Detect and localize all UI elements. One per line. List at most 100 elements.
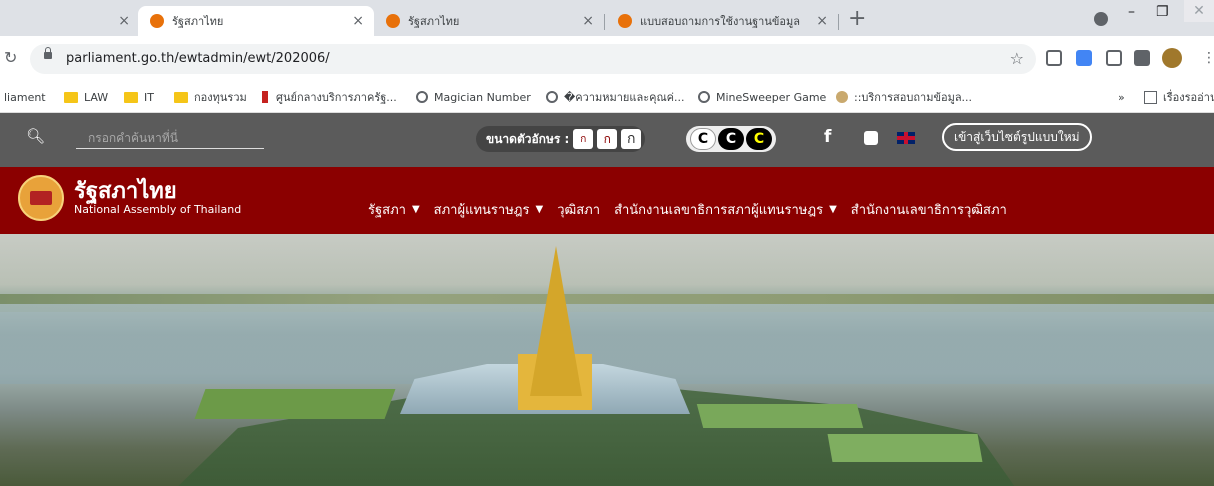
new-tab-button[interactable]: + [848, 8, 866, 30]
browser-tab-4[interactable]: แบบสอบถามการใช้งานฐานข้อมูล × [606, 6, 838, 36]
menu-item-house-secretariat[interactable]: สำนักงานเลขาธิการสภาผู้แทนราษฎร ▼ [614, 199, 837, 220]
globe-icon [416, 91, 428, 103]
bookmark-item[interactable]: MineSweeper Game [698, 88, 826, 106]
contrast-dark-button[interactable]: C [718, 128, 744, 150]
browser-toolbar: ↻ parliament.go.th/ewtadmin/ewt/202006/ … [0, 36, 1214, 82]
menu-label: สภาผู้แทนราษฎร [433, 203, 530, 218]
bookmark-label: IT [144, 90, 154, 104]
menu-item-parliament[interactable]: รัฐสภา ▼ [368, 199, 420, 220]
facebook-icon[interactable]: f [824, 127, 831, 147]
tab-close-icon[interactable]: × [352, 13, 364, 29]
menu-label: วุฒิสภา [557, 203, 601, 218]
bookmark-label: กองทุนรวม [194, 91, 247, 104]
avatar[interactable] [1162, 48, 1182, 68]
extension-icon[interactable] [1106, 50, 1122, 66]
bookmarks-bar: liament LAW IT กองทุนรวม ศูนย์กลางบริการ… [0, 82, 1214, 113]
bookmark-item[interactable]: IT [124, 88, 154, 106]
contrast-normal-button[interactable]: C [690, 128, 716, 150]
font-size-control: ขนาดตัวอักษร : ก ก ก [476, 126, 646, 152]
url-text[interactable]: parliament.go.th/ewtadmin/ewt/202006/ [66, 51, 330, 66]
extension-d-icon[interactable] [1076, 50, 1092, 66]
lock-icon[interactable] [44, 47, 52, 59]
bookmark-item[interactable]: liament [4, 88, 46, 106]
tab-title: รัฐสภาไทย [408, 15, 460, 28]
browser-tab-2[interactable]: รัฐสภาไทย × [138, 6, 374, 36]
menu-label: สำนักงานเลขาธิการวุฒิสภา [850, 203, 1007, 218]
globe-icon [546, 91, 558, 103]
extension-icon[interactable] [1046, 50, 1062, 66]
reading-list-label: เรื่องรออ่าน [1163, 91, 1214, 104]
font-size-small-button[interactable]: ก [573, 129, 594, 149]
bookmark-item[interactable]: �ความหมายและคุณค่... [546, 88, 685, 106]
bookmark-item[interactable]: LAW [64, 88, 108, 106]
reload-icon[interactable]: ↻ [4, 48, 17, 67]
folder-icon [174, 91, 188, 103]
site-favicon-icon [386, 14, 400, 28]
folder-icon [124, 91, 138, 103]
bookmark-item[interactable]: ::บริการสอบถามข้อมูล... [836, 88, 972, 106]
parliament-logo[interactable] [18, 175, 64, 221]
bookmark-item[interactable]: กองทุนรวม [174, 88, 247, 106]
contrast-control: C C C [686, 126, 776, 152]
bookmark-label: Magician Number [434, 90, 531, 104]
tab-close-icon[interactable]: × [582, 13, 594, 29]
menu-item-house[interactable]: สภาผู้แทนราษฎร ▼ [434, 199, 544, 220]
english-flag-icon[interactable] [897, 132, 915, 144]
bookmarks-overflow-button[interactable]: » [1118, 88, 1125, 106]
bookmark-star-icon[interactable]: ☆ [1010, 49, 1024, 68]
green-roof [194, 389, 396, 419]
bookmark-label: ::บริการสอบถามข้อมูล... [854, 91, 973, 104]
bookmark-label: liament [4, 90, 46, 104]
restore-icon[interactable]: ❐ [1156, 4, 1169, 20]
bookmark-red-icon [262, 91, 268, 103]
bookmark-item[interactable]: ศูนย์กลางบริการภาครัฐ... [262, 88, 397, 106]
browser-tab-strip: × รัฐสภาไทย × รัฐสภาไทย × แบบสอบถามการใช… [0, 0, 1214, 36]
bookmark-item[interactable]: Magician Number [416, 88, 531, 106]
site-utility-bar: 🔍︎ ขนาดตัวอักษร : ก ก ก C C C f เข้าสู่เ… [0, 113, 1214, 167]
site-icon [836, 91, 848, 103]
contrast-yellow-button[interactable]: C [746, 128, 772, 150]
menu-dots-icon[interactable]: ⋮ [1202, 50, 1214, 66]
main-navbar: รัฐสภาไทย National Assembly of Thailand … [0, 167, 1214, 234]
reading-list-button[interactable]: เรื่องรออ่าน [1144, 88, 1214, 106]
bookmark-label: �ความหมายและคุณค่... [564, 91, 685, 104]
tab-close-icon[interactable]: × [816, 13, 828, 29]
chevron-down-icon: ▼ [535, 204, 544, 215]
tab-divider [838, 14, 839, 30]
tab-divider [604, 14, 605, 30]
browser-tab-3[interactable]: รัฐสภาไทย × [374, 6, 604, 36]
search-input[interactable] [76, 127, 264, 149]
minimize-icon[interactable]: – [1128, 4, 1135, 20]
site-favicon-icon [150, 14, 164, 28]
new-site-button[interactable]: เข้าสู่เว็บไซต์รูปแบบใหม่ [942, 123, 1092, 151]
font-size-large-button[interactable]: ก [621, 129, 642, 149]
bookmark-label: LAW [84, 90, 109, 104]
chevron-down-icon: ▼ [411, 204, 420, 215]
address-bar[interactable]: parliament.go.th/ewtadmin/ewt/202006/ ☆ [30, 44, 1036, 74]
font-size-label: ขนาดตัวอักษร : [486, 131, 570, 146]
green-roof [696, 404, 864, 428]
chevron-down-icon: ▼ [829, 204, 837, 215]
site-favicon-icon [618, 14, 632, 28]
menu-label: รัฐสภา [368, 203, 406, 218]
reading-list-icon [1144, 90, 1157, 104]
profile-icon[interactable] [1094, 12, 1108, 26]
hero-banner-image [0, 234, 1214, 486]
search-icon[interactable]: 🔍︎ [26, 127, 45, 145]
bookmark-label: MineSweeper Game [716, 90, 827, 104]
tab-close-icon[interactable]: × [118, 13, 130, 29]
tab-title: รัฐสภาไทย [172, 15, 224, 28]
green-roof [827, 434, 983, 462]
font-size-medium-button[interactable]: ก [597, 129, 618, 149]
menu-item-senate[interactable]: วุฒิสภา [557, 199, 600, 220]
puzzle-icon[interactable] [1134, 50, 1150, 66]
brand-subtitle: National Assembly of Thailand [74, 203, 242, 216]
browser-tab-1[interactable]: × [0, 6, 140, 36]
tab-title: แบบสอบถามการใช้งานฐานข้อมูล [640, 15, 800, 28]
menu-item-senate-secretariat[interactable]: สำนักงานเลขาธิการวุฒิสภา [851, 199, 1007, 220]
window-close-icon[interactable]: ✕ [1184, 0, 1214, 22]
globe-icon [698, 91, 710, 103]
menu-label: สำนักงานเลขาธิการสภาผู้แทนราษฎร [614, 203, 824, 218]
line-icon[interactable] [864, 131, 878, 145]
bookmark-label: ศูนย์กลางบริการภาครัฐ... [276, 91, 397, 104]
